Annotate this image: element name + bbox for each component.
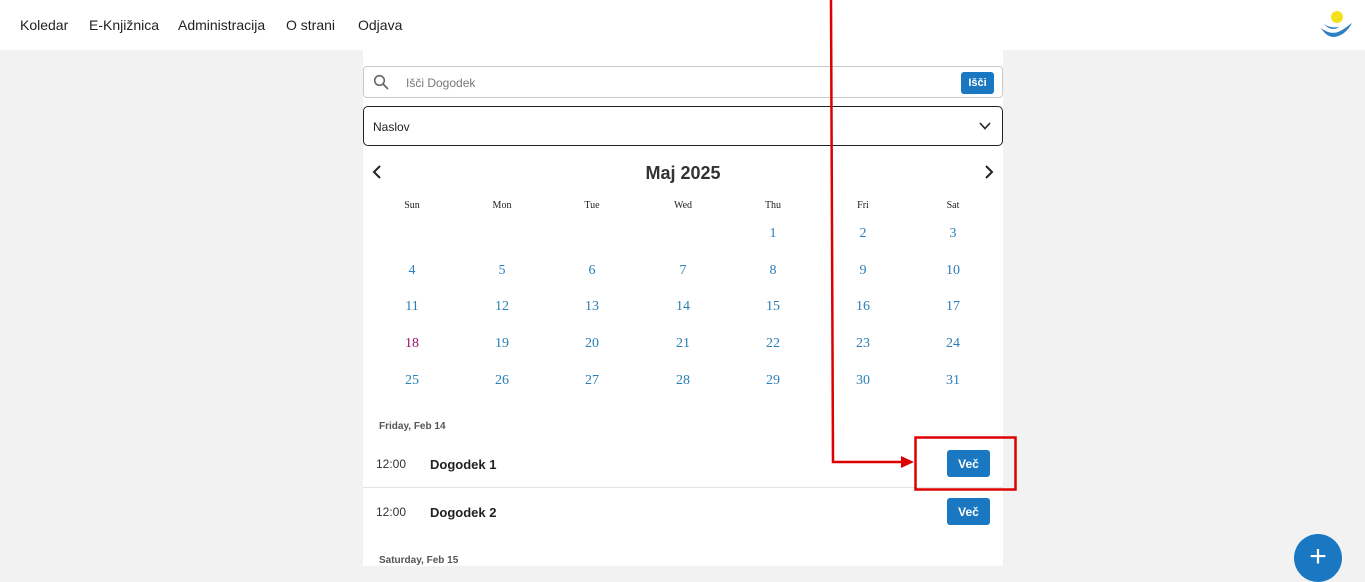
calendar-day[interactable]: 6 xyxy=(572,263,612,279)
top-nav-bar: Koledar E-Knjižnica Administracija O str… xyxy=(0,0,1365,50)
weekday-mon: Mon xyxy=(492,200,512,211)
calendar-day[interactable]: 26 xyxy=(482,373,522,389)
calendar-day[interactable]: 27 xyxy=(572,373,612,389)
calendar-day[interactable]: 11 xyxy=(392,299,432,315)
calendar-day[interactable]: 14 xyxy=(663,299,703,315)
event-date-header: Friday, Feb 14 xyxy=(379,421,446,432)
event-time: 12:00 xyxy=(376,457,407,471)
calendar-day[interactable]: 23 xyxy=(843,336,883,352)
calendar-day[interactable]: 22 xyxy=(753,336,793,352)
event-more-button[interactable]: Več xyxy=(947,498,990,525)
calendar-day[interactable]: 3 xyxy=(933,226,973,242)
calendar-day-today[interactable]: 18 xyxy=(392,336,432,352)
search-icon xyxy=(373,74,389,90)
calendar-day[interactable]: 24 xyxy=(933,336,973,352)
nav-item-e-knjiznica[interactable]: E-Knjižnica xyxy=(89,17,159,33)
event-more-button[interactable]: Več xyxy=(947,450,990,477)
calendar-day[interactable]: 8 xyxy=(753,263,793,279)
weekday-wed: Wed xyxy=(673,200,693,211)
search-input[interactable] xyxy=(404,72,948,94)
logo-icon[interactable] xyxy=(1318,10,1354,40)
calendar-month-title: Maj 2025 xyxy=(645,163,721,183)
event-divider xyxy=(363,487,1003,488)
event-title: Dogodek 2 xyxy=(430,505,497,520)
event-date-header: Saturday, Feb 15 xyxy=(379,555,459,566)
calendar-day[interactable]: 2 xyxy=(843,226,883,242)
calendar-day[interactable]: 19 xyxy=(482,336,522,352)
weekday-sat: Sat xyxy=(946,200,960,211)
calendar-day[interactable]: 30 xyxy=(843,373,883,389)
nav-item-odjava[interactable]: Odjava xyxy=(358,17,402,33)
calendar-day[interactable]: 13 xyxy=(572,299,612,315)
prev-month-icon[interactable] xyxy=(370,164,386,180)
calendar-day[interactable]: 12 xyxy=(482,299,522,315)
weekday-sun: Sun xyxy=(404,200,420,211)
event-title: Dogodek 1 xyxy=(430,457,497,472)
calendar-day[interactable]: 15 xyxy=(753,299,793,315)
calendar-day[interactable]: 31 xyxy=(933,373,973,389)
weekday-tue: Tue xyxy=(584,200,600,211)
search-button[interactable]: Išči xyxy=(961,72,994,94)
calendar-day[interactable]: 5 xyxy=(482,263,522,279)
calendar-day[interactable]: 9 xyxy=(843,263,883,279)
nav-item-o-strani[interactable]: O strani xyxy=(286,17,335,33)
search-bar: Išči xyxy=(363,66,1003,98)
calendar-day[interactable]: 25 xyxy=(392,373,432,389)
nav-item-administracija[interactable]: Administracija xyxy=(178,17,265,33)
calendar-day[interactable]: 20 xyxy=(572,336,612,352)
weekday-thu: Thu xyxy=(764,200,782,211)
calendar-day[interactable]: 21 xyxy=(663,336,703,352)
calendar-day[interactable]: 28 xyxy=(663,373,703,389)
next-month-icon[interactable] xyxy=(980,164,996,180)
chevron-down-icon xyxy=(979,122,991,130)
calendar-day[interactable]: 16 xyxy=(843,299,883,315)
calendar-day[interactable]: 1 xyxy=(753,226,793,242)
add-event-button[interactable]: + xyxy=(1294,534,1342,582)
nav-item-koledar[interactable]: Koledar xyxy=(20,17,68,33)
calendar-day[interactable]: 7 xyxy=(663,263,703,279)
sort-select-value: Naslov xyxy=(373,120,410,134)
calendar-day[interactable]: 17 xyxy=(933,299,973,315)
calendar-day[interactable]: 29 xyxy=(753,373,793,389)
sort-select[interactable]: Naslov xyxy=(363,106,1003,146)
event-time: 12:00 xyxy=(376,505,407,519)
calendar-day[interactable]: 4 xyxy=(392,263,432,279)
weekday-fri: Fri xyxy=(857,200,869,211)
calendar-day[interactable]: 10 xyxy=(933,263,973,279)
